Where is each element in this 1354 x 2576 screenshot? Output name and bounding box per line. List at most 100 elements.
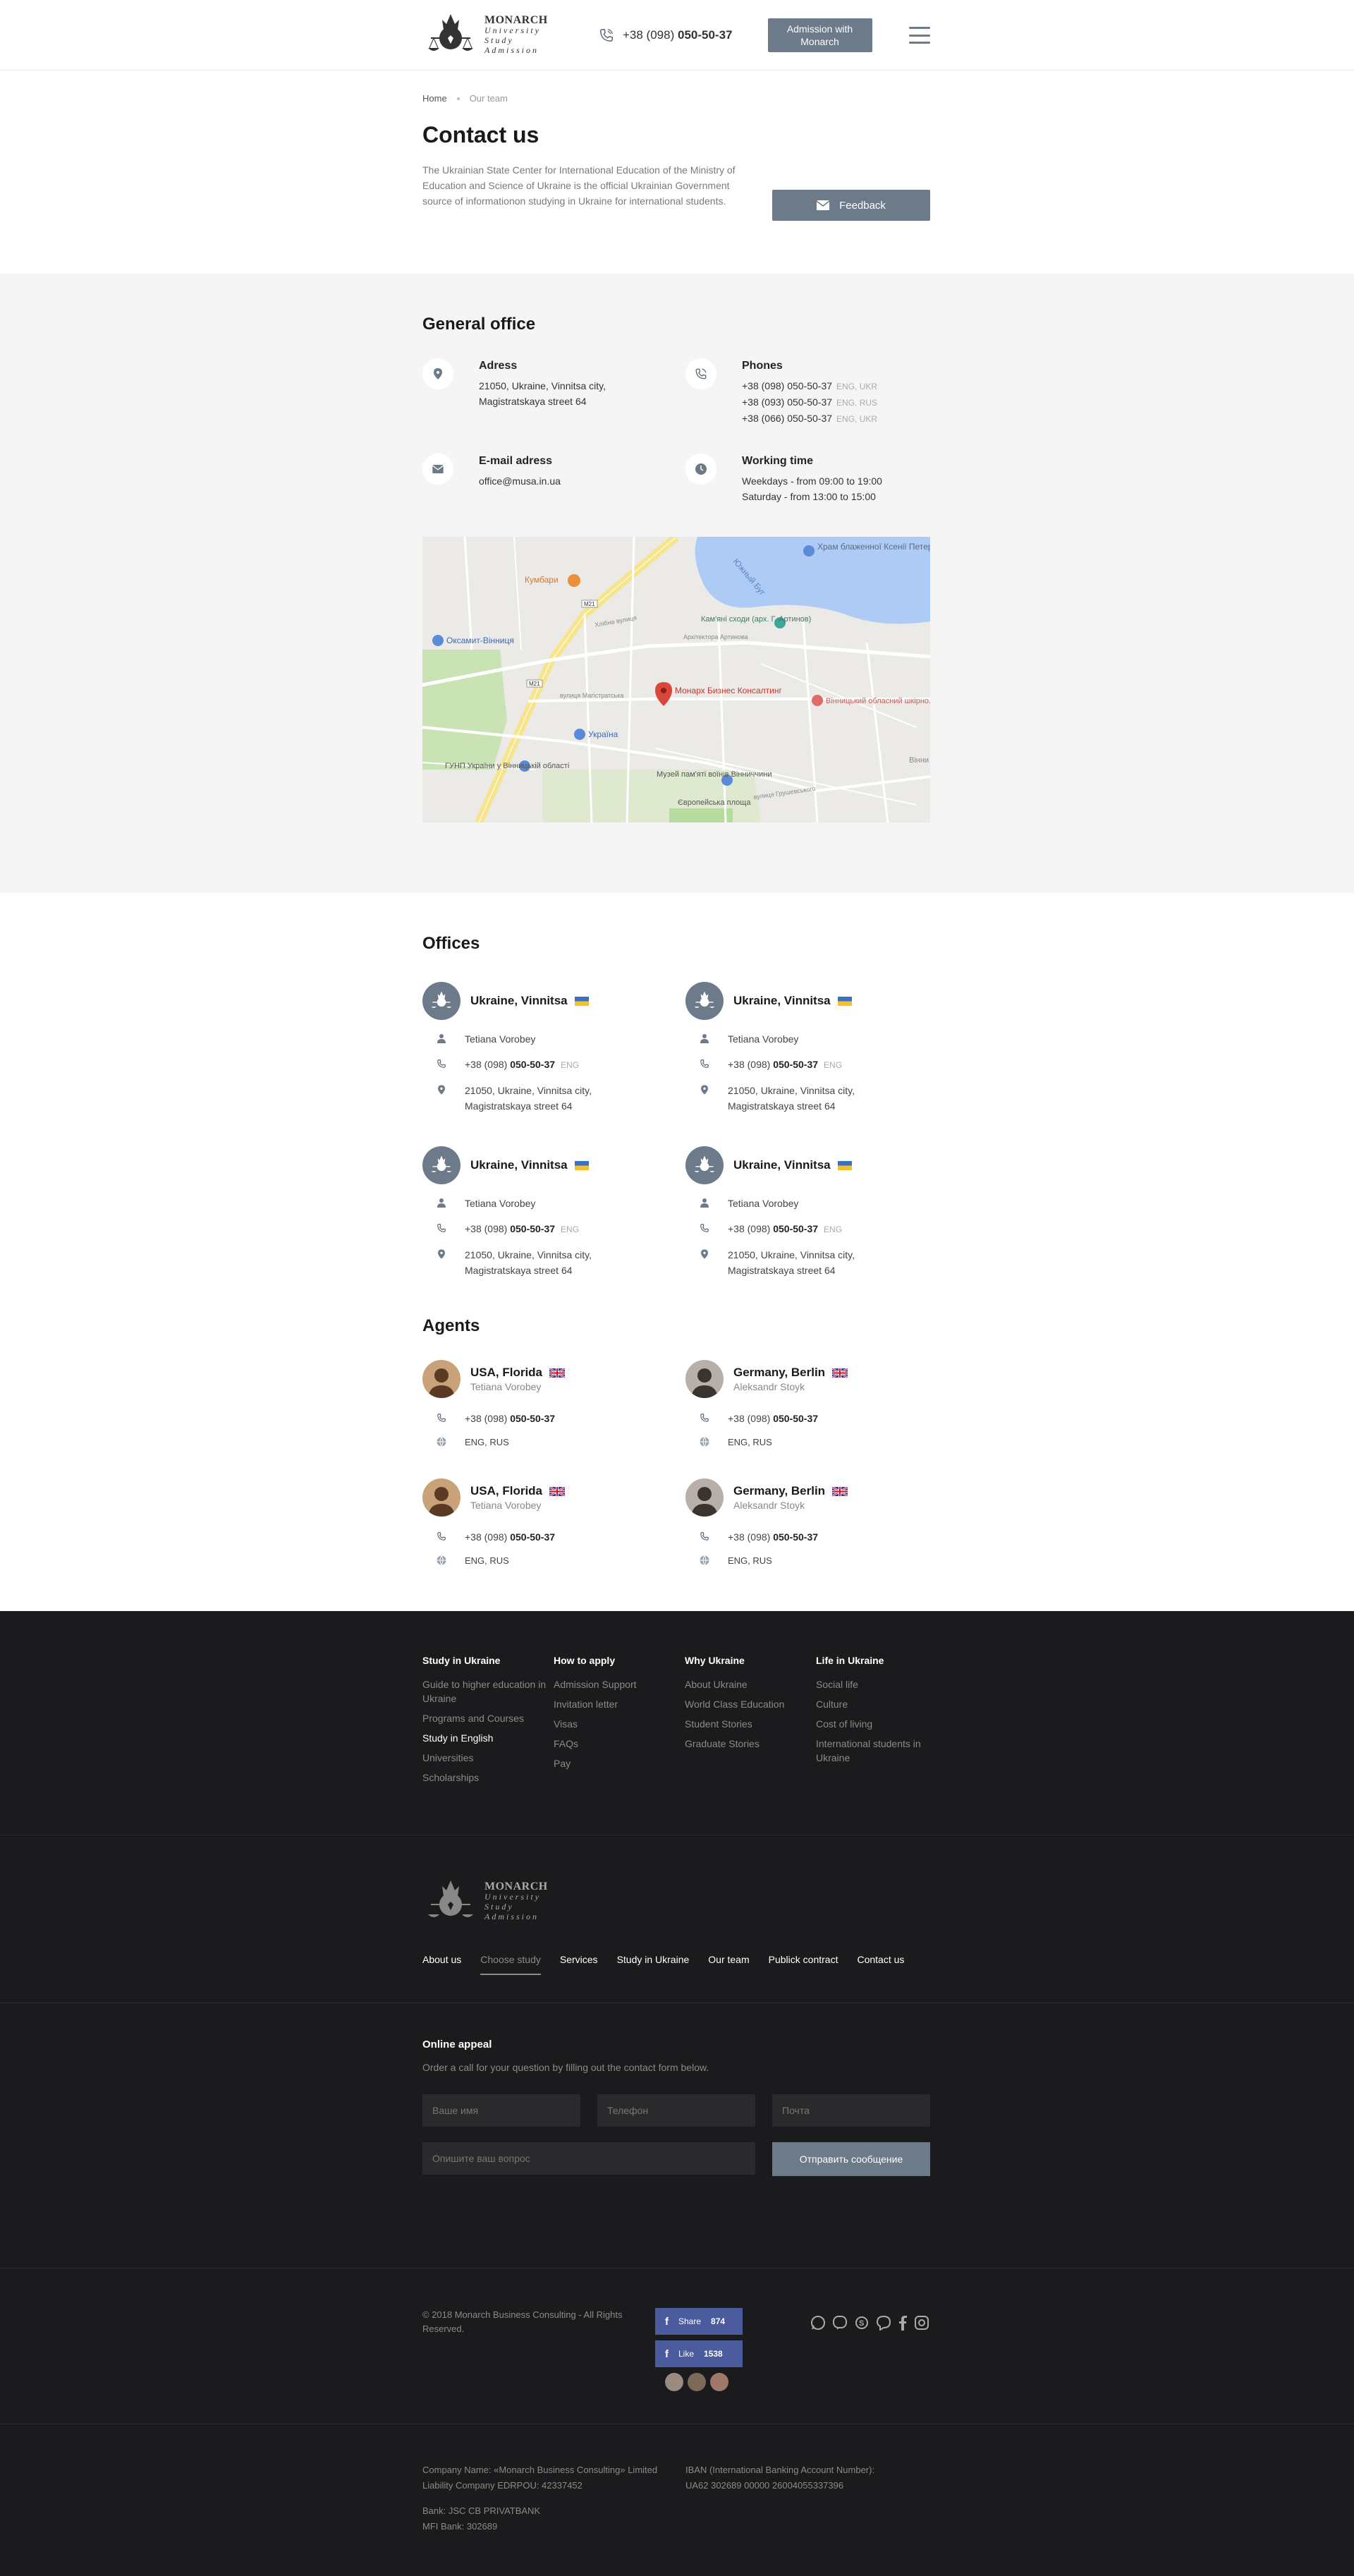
logo[interactable]: MONARCH University Study Admission [422, 7, 549, 63]
location-pin-icon [438, 1085, 445, 1095]
address-block: Adress 21050, Ukraine, Vinnitsa city, Ma… [422, 358, 685, 427]
map-label: вулиця Магістратська [560, 692, 623, 699]
header-phone[interactable]: +38 (098) 050-50-37 [599, 28, 733, 43]
ukraine-flag-icon [837, 1161, 852, 1171]
uk-flag-icon [832, 1487, 848, 1497]
footer-link[interactable]: Cost of living [816, 1717, 930, 1731]
footer-link[interactable]: Scholarships [422, 1770, 554, 1785]
footer-column-title: Life in Ukraine [816, 1655, 884, 1666]
logo-text: MONARCH University Study Admission [484, 1881, 548, 1922]
phone-icon [437, 1414, 446, 1422]
person-icon [700, 1198, 709, 1208]
office-phone[interactable]: +38 (098) 050-50-37 ENG [728, 1057, 842, 1073]
logo-text: MONARCH University Study Admission [484, 15, 548, 56]
crest-icon [428, 1881, 473, 1917]
menu-icon[interactable] [909, 27, 930, 44]
email-label: E-mail adress [479, 455, 553, 467]
messenger-icon[interactable] [876, 2315, 891, 2331]
feedback-button[interactable]: Feedback [772, 190, 930, 221]
office-phone[interactable]: +38 (098) 050-50-37 ENG [465, 1221, 579, 1237]
facebook-share-button[interactable]: f Share 874 [655, 2308, 743, 2335]
facebook-like-button[interactable]: f Like 1538 [655, 2340, 743, 2367]
map[interactable]: Храм блаженної Ксенії Петербурзької Кумб… [422, 537, 930, 822]
instagram-icon[interactable] [914, 2315, 929, 2331]
facebook-icon[interactable] [898, 2315, 908, 2331]
footer-link[interactable]: Universities [422, 1751, 554, 1765]
mfi-info: MFI Bank: 302689 [422, 2521, 498, 2532]
footer-link[interactable]: Culture [816, 1697, 930, 1711]
viber-icon[interactable] [832, 2315, 848, 2331]
phone-line[interactable]: +38 (066) 050-50-37 ENG, UKR [742, 411, 877, 427]
phones-block: Phones +38 (098) 050-50-37 ENG, UKR +38 (… [685, 358, 930, 427]
phone-field[interactable]: Телефон [597, 2094, 755, 2127]
footer-link[interactable]: Guide to higher education in Ukraine [422, 1677, 554, 1706]
footer-menu-item[interactable]: Publick contract [769, 1954, 838, 1965]
logo-line: University [484, 25, 541, 35]
question-field[interactable]: Опишите ваш вопрос [422, 2142, 755, 2175]
online-appeal-form: Online appeal Order a call for your ques… [422, 2003, 930, 2268]
breadcrumb-home[interactable]: Home [422, 93, 447, 104]
logo-title: MONARCH [484, 1881, 548, 1892]
office-avatar [685, 982, 724, 1020]
footer-link[interactable]: World Class Education [685, 1697, 816, 1711]
uk-flag-icon [549, 1487, 566, 1497]
phone-icon [700, 1059, 709, 1068]
agent-phone[interactable]: +38 (098) 050-50-37 [728, 1529, 818, 1545]
person-icon [437, 1034, 446, 1043]
facebook-icon: f [665, 2347, 669, 2360]
name-field[interactable]: Ваше имя [422, 2094, 580, 2127]
agent-languages: ENG, RUS [465, 1437, 509, 1447]
agent-phone[interactable]: +38 (098) 050-50-37 [465, 1529, 555, 1545]
footer-link[interactable]: Admission Support [554, 1677, 685, 1691]
footer-link[interactable]: Programs and Courses [422, 1711, 554, 1725]
footer-link[interactable]: Social life [816, 1677, 930, 1691]
location-pin-icon [701, 1249, 708, 1259]
footer-link[interactable]: Visas [554, 1717, 685, 1731]
footer-menu-item[interactable]: Our team [708, 1954, 749, 1965]
whatsapp-icon[interactable] [810, 2315, 826, 2331]
office-city: Ukraine, Vinnitsa [733, 1158, 852, 1172]
office-address: 21050, Ukraine, Vinnitsa city, Magistrats… [728, 1249, 855, 1276]
email-field[interactable]: Почта [772, 2094, 930, 2127]
footer-menu-item[interactable]: About us [422, 1954, 461, 1965]
footer-link[interactable]: Invitation letter [554, 1697, 685, 1711]
map-label: Європейська площа [678, 798, 751, 807]
admission-button[interactable]: Admission with Monarch [767, 18, 872, 52]
agent-name: Aleksandr Stoyk [733, 1381, 805, 1392]
working-label: Working time [742, 455, 814, 467]
ukraine-flag-icon [574, 1161, 589, 1171]
office-phone[interactable]: +38 (098) 050-50-37 ENG [465, 1057, 579, 1073]
agent-languages: ENG, RUS [728, 1555, 772, 1566]
office-phone[interactable]: +38 (098) 050-50-37 ENG [728, 1221, 842, 1237]
footer-link[interactable]: Pay [554, 1756, 685, 1770]
footer-link[interactable]: Study in English [422, 1731, 554, 1745]
map-label: М21 [529, 681, 540, 687]
map-poi-icon [574, 729, 585, 740]
footer-logo[interactable]: MONARCH University Study Admission [422, 1873, 549, 1930]
submit-button[interactable]: Отправить сообщение [772, 2142, 930, 2176]
phone-line[interactable]: +38 (098) 050-50-37 ENG, UKR [742, 378, 877, 394]
footer-menu-item[interactable]: Choose study [480, 1954, 541, 1975]
footer-menu-item[interactable]: Services [560, 1954, 598, 1965]
footer-link[interactable]: Student Stories [685, 1717, 816, 1731]
avatar [688, 2373, 706, 2391]
email-link[interactable]: office@musa.in.ua [479, 473, 561, 489]
footer-menu-item[interactable]: Contact us [857, 1954, 904, 1965]
footer-link[interactable]: FAQs [554, 1737, 685, 1751]
map-label: Храм блаженної Ксенії Петербурзької [817, 542, 930, 552]
footer-link[interactable]: About Ukraine [685, 1677, 816, 1691]
footer-link[interactable]: International students in Ukraine [816, 1737, 930, 1765]
office-city: Ukraine, Vinnitsa [470, 994, 589, 1008]
footer-column-title: How to apply [554, 1655, 616, 1666]
office-card: Ukraine, Vinnitsa Tetiana Vorobey +38 (0… [422, 982, 685, 1114]
phone-line[interactable]: +38 (093) 050-50-37 ENG, RUS [742, 394, 877, 411]
map-canvas[interactable]: Храм блаженної Ксенії Петербурзької Кумб… [422, 537, 930, 822]
footer-menu-item[interactable]: Study in Ukraine [617, 1954, 690, 1965]
site-footer: Study in Ukraine Guide to higher educatio… [0, 1611, 1354, 2576]
agent-card: Germany, Berlin Aleksandr Stoyk +38 (098… [685, 1478, 930, 1569]
skype-icon[interactable]: S [854, 2315, 870, 2331]
agent-phone[interactable]: +38 (098) 050-50-37 [728, 1411, 818, 1426]
globe-icon [437, 1555, 446, 1565]
footer-link[interactable]: Graduate Stories [685, 1737, 816, 1751]
agent-phone[interactable]: +38 (098) 050-50-37 [465, 1411, 555, 1426]
